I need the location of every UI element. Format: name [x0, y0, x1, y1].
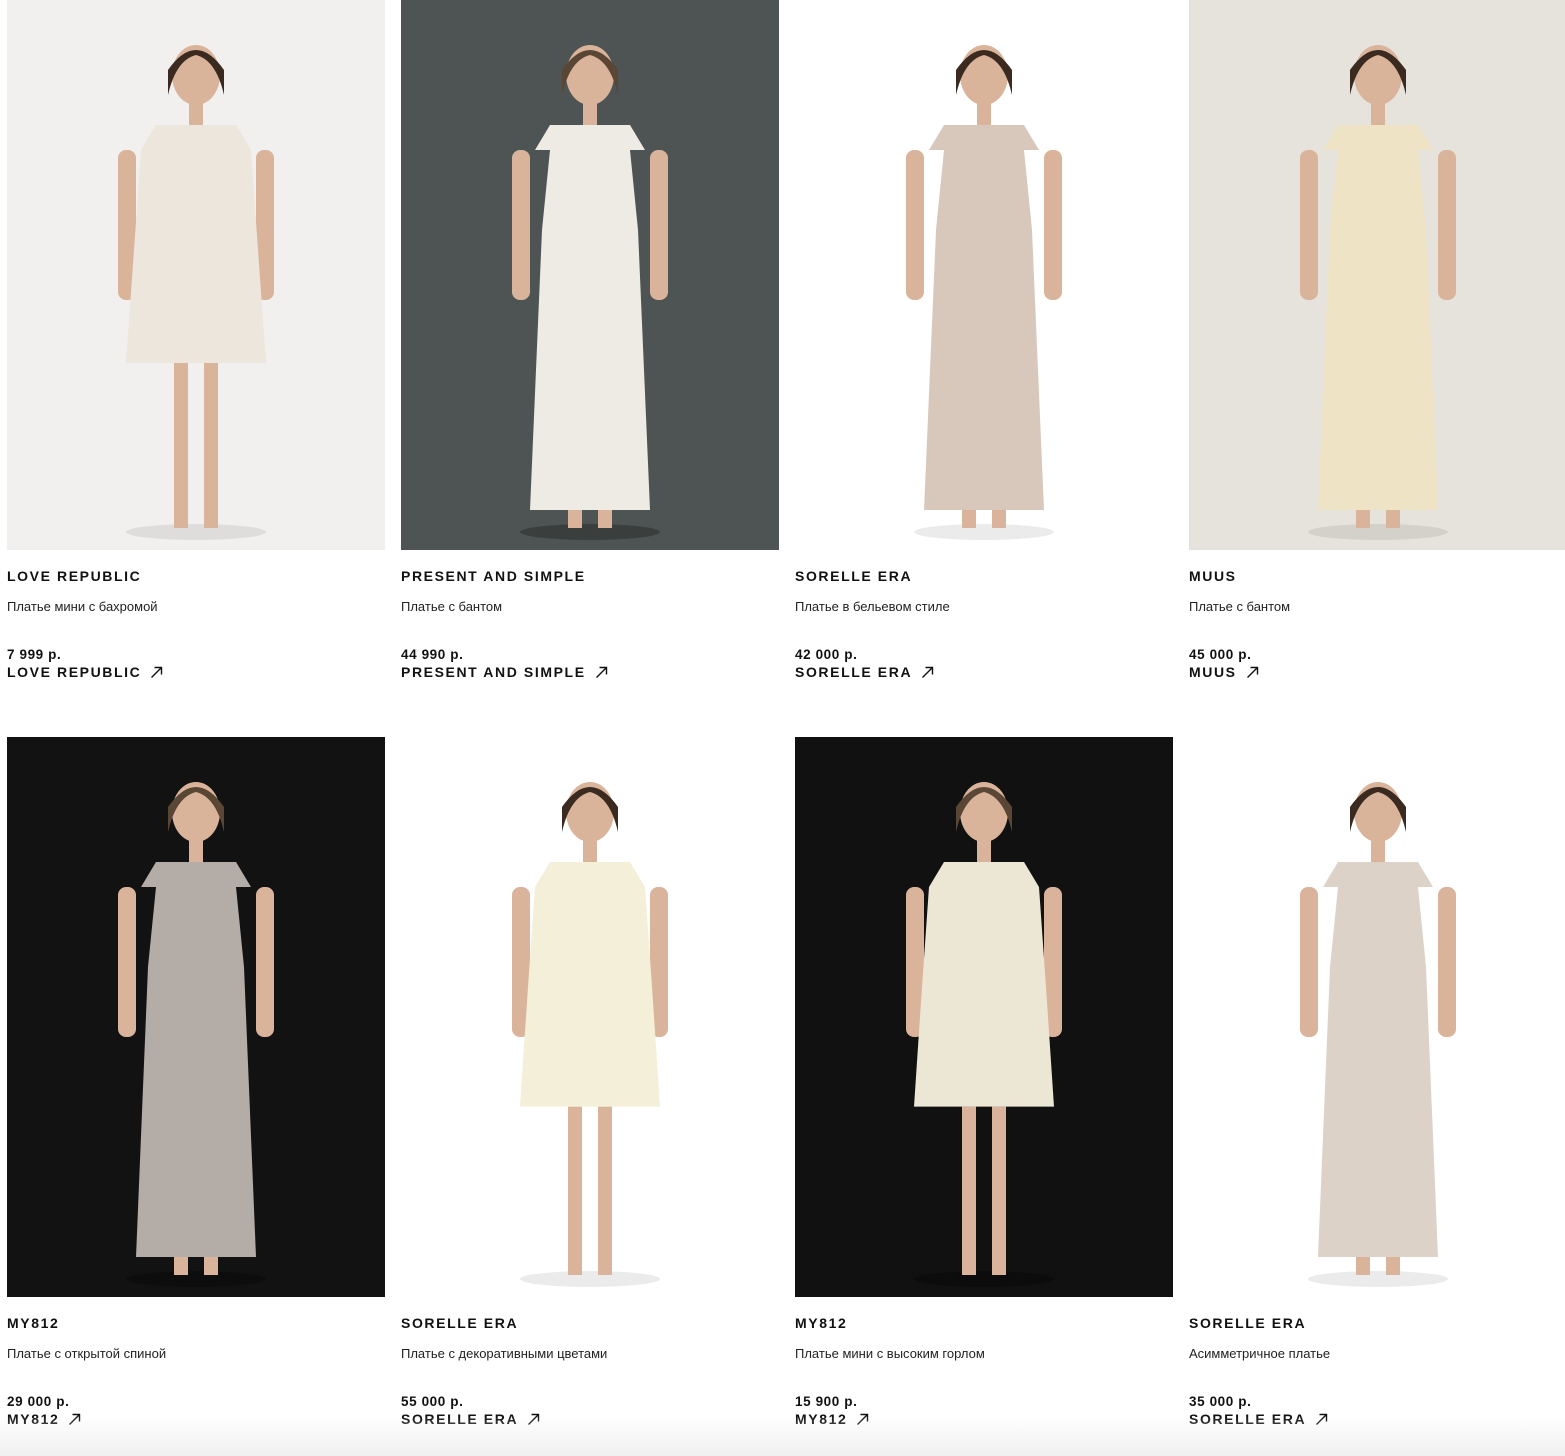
product-image[interactable]: [401, 737, 779, 1297]
product-image[interactable]: [401, 0, 779, 550]
shop-link-label: MY812: [7, 1411, 60, 1427]
product-title[interactable]: Платье с бантом: [401, 599, 502, 614]
external-arrow-icon: [1246, 666, 1259, 679]
external-arrow-icon: [595, 666, 608, 679]
product-brand[interactable]: MUUS: [1189, 568, 1237, 584]
product-brand[interactable]: LOVE REPUBLIC: [7, 568, 141, 584]
external-arrow-icon: [856, 1413, 869, 1426]
external-arrow-icon: [527, 1413, 540, 1426]
external-arrow-icon: [1315, 1413, 1328, 1426]
shop-link[interactable]: SORELLE ERA: [795, 664, 934, 680]
shop-link-label: MY812: [795, 1411, 848, 1427]
product-price: 35 000 р.: [1189, 1394, 1252, 1409]
product-price: 42 000 р.: [795, 647, 858, 662]
product-title[interactable]: Асимметричное платье: [1189, 1346, 1330, 1361]
product-brand[interactable]: MY812: [7, 1315, 59, 1331]
external-arrow-icon: [68, 1413, 81, 1426]
product-title[interactable]: Платье с декоративными цветами: [401, 1346, 607, 1361]
product-image[interactable]: [1189, 0, 1565, 550]
product-image[interactable]: [7, 737, 385, 1297]
external-arrow-icon: [921, 666, 934, 679]
product-image[interactable]: [1189, 737, 1565, 1297]
shop-link-label: SORELLE ERA: [795, 664, 913, 680]
product-title[interactable]: Платье с бантом: [1189, 599, 1290, 614]
shop-link-label: PRESENT AND SIMPLE: [401, 664, 586, 680]
product-brand[interactable]: PRESENT AND SIMPLE: [401, 568, 586, 584]
product-title[interactable]: Платье мини с бахромой: [7, 599, 158, 614]
shop-link-label: LOVE REPUBLIC: [7, 664, 142, 680]
shop-link[interactable]: SORELLE ERA: [401, 1411, 540, 1427]
shop-link-label: SORELLE ERA: [1189, 1411, 1307, 1427]
shop-link[interactable]: PRESENT AND SIMPLE: [401, 664, 608, 680]
shop-link[interactable]: LOVE REPUBLIC: [7, 664, 163, 680]
product-price: 15 900 р.: [795, 1394, 858, 1409]
shop-link-label: SORELLE ERA: [401, 1411, 519, 1427]
product-brand[interactable]: MY812: [795, 1315, 847, 1331]
product-brand[interactable]: SORELLE ERA: [401, 1315, 518, 1331]
shop-link[interactable]: MY812: [795, 1411, 869, 1427]
product-grid: LOVE REPUBLIC Платье мини с бахромой 7 999…: [0, 0, 1565, 1456]
product-price: 45 000 р.: [1189, 647, 1252, 662]
product-brand[interactable]: SORELLE ERA: [1189, 1315, 1306, 1331]
product-price: 44 990 р.: [401, 647, 464, 662]
product-brand[interactable]: SORELLE ERA: [795, 568, 912, 584]
product-price: 55 000 р.: [401, 1394, 464, 1409]
shop-link[interactable]: MUUS: [1189, 664, 1259, 680]
shop-link-label: MUUS: [1189, 664, 1237, 680]
product-price: 29 000 р.: [7, 1394, 70, 1409]
product-title[interactable]: Платье в бельевом стиле: [795, 599, 950, 614]
shop-link[interactable]: SORELLE ERA: [1189, 1411, 1328, 1427]
shop-link[interactable]: MY812: [7, 1411, 81, 1427]
product-image[interactable]: [795, 737, 1173, 1297]
product-title[interactable]: Платье с открытой спиной: [7, 1346, 166, 1361]
external-arrow-icon: [150, 666, 163, 679]
product-image[interactable]: [795, 0, 1173, 550]
product-title[interactable]: Платье мини с высоким горлом: [795, 1346, 985, 1361]
product-price: 7 999 р.: [7, 647, 62, 662]
product-image[interactable]: [7, 0, 385, 550]
